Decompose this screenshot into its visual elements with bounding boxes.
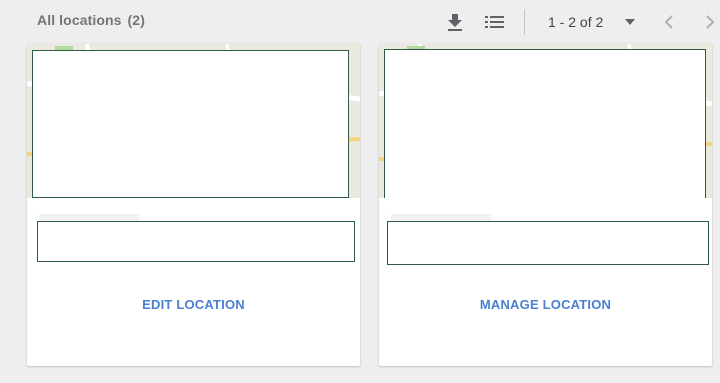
edit-location-button[interactable]: EDIT LOCATION xyxy=(27,297,360,312)
list-view-icon xyxy=(485,14,505,30)
previous-page-button[interactable] xyxy=(657,10,681,34)
dropdown-arrow-icon xyxy=(624,18,636,26)
location-map[interactable] xyxy=(379,44,712,198)
page-size-dropdown[interactable] xyxy=(618,10,642,34)
download-icon xyxy=(446,12,464,32)
location-card: MANAGE LOCATION xyxy=(379,44,712,366)
next-page-button[interactable] xyxy=(698,10,720,34)
chevron-right-icon xyxy=(705,14,715,30)
page-title: All locations (2) xyxy=(37,12,145,28)
list-view-button[interactable] xyxy=(483,10,507,34)
chevron-left-icon xyxy=(664,14,674,30)
map-redaction xyxy=(32,50,349,198)
manage-location-button[interactable]: MANAGE LOCATION xyxy=(379,297,712,312)
pagination-range: 1 - 2 of 2 xyxy=(548,14,604,30)
address-redaction xyxy=(387,221,709,265)
toolbar: All locations (2) 1 - 2 of 2 xyxy=(0,0,720,44)
location-map[interactable] xyxy=(27,44,360,198)
address-redaction xyxy=(37,221,355,262)
page-title-label: All locations xyxy=(37,12,122,28)
location-count: (2) xyxy=(127,12,145,28)
download-button[interactable] xyxy=(443,10,467,34)
map-redaction xyxy=(384,49,706,198)
location-card: EDIT LOCATION xyxy=(27,44,360,366)
toolbar-divider xyxy=(524,9,525,35)
